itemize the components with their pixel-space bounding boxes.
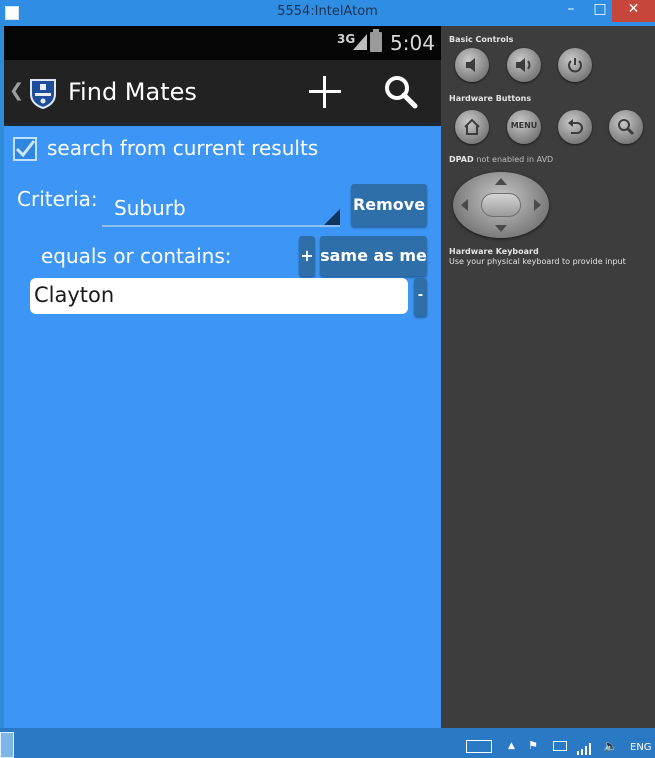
keyboard-note: Hardware Keyboard Use your physical keyb… — [449, 247, 626, 267]
search-current-checkbox[interactable] — [13, 137, 37, 161]
volume-up-button[interactable] — [507, 48, 541, 82]
battery-icon — [370, 29, 382, 52]
dpad[interactable] — [453, 172, 549, 238]
status-clock: 5:04 — [390, 31, 435, 55]
add-value-button[interactable]: + — [299, 236, 315, 276]
equals-contains-label: equals or contains: — [41, 244, 232, 268]
criteria-label: Criteria: — [17, 187, 98, 211]
back-button[interactable] — [558, 110, 592, 144]
keyboard-title: Hardware Keyboard — [449, 247, 539, 256]
menu-button[interactable]: MENU — [507, 110, 541, 144]
speaker-icon[interactable]: 🔈 — [603, 739, 618, 753]
signal-tray-icon[interactable] — [577, 740, 591, 758]
dpad-left-icon[interactable] — [461, 199, 468, 211]
status-bar: 3G 5:04 — [4, 26, 441, 60]
keyboard-description: Use your physical keyboard to provide in… — [449, 257, 626, 266]
device-screen: 3G 5:04 ❮ Find Mates search from current… — [4, 26, 441, 728]
keyboard-icon[interactable] — [466, 740, 492, 753]
flag-icon[interactable]: ⚑ — [528, 739, 538, 752]
dpad-down-icon[interactable] — [495, 225, 507, 232]
page-title: Find Mates — [68, 78, 197, 106]
dpad-up-icon[interactable] — [495, 178, 507, 185]
volume-down-button[interactable] — [455, 48, 489, 82]
volume-up-icon — [516, 58, 531, 72]
maximize-button[interactable]: □ — [585, 0, 615, 22]
same-as-me-button[interactable]: same as me — [320, 236, 427, 276]
dpad-right-icon[interactable] — [534, 199, 541, 211]
dpad-title-text: DPAD — [449, 155, 474, 164]
emulator-control-panel: Basic Controls Hardware Buttons MENU DPA… — [441, 26, 655, 728]
taskbar-app-icon[interactable] — [0, 732, 14, 758]
crest-logo-icon[interactable] — [26, 76, 60, 110]
language-indicator[interactable]: ENG — [630, 742, 652, 753]
criteria-value-input[interactable]: Clayton — [30, 278, 408, 314]
basic-controls-title: Basic Controls — [449, 35, 514, 44]
dpad-title: DPAD not enabled in AVD — [449, 155, 553, 164]
criteria-value: Suburb — [114, 196, 186, 220]
volume-down-icon — [466, 58, 475, 72]
checkmark-icon — [15, 140, 36, 158]
menu-label: MENU — [510, 121, 538, 130]
home-button[interactable] — [455, 110, 489, 144]
back-chevron-icon[interactable]: ❮ — [9, 80, 24, 101]
dpad-note: not enabled in AVD — [476, 155, 554, 164]
search-icon — [618, 119, 635, 136]
window-titlebar: 5554:IntelAtom – □ ✕ — [0, 0, 655, 26]
hardware-buttons-title: Hardware Buttons — [449, 94, 532, 103]
close-button[interactable]: ✕ — [612, 0, 655, 22]
dpad-center-button[interactable] — [481, 193, 521, 217]
criteria-dropdown[interactable]: Suburb — [102, 189, 340, 227]
minimize-button[interactable]: – — [556, 0, 586, 22]
taskbar: ▲ ⚑ 🔈 ENG — [0, 728, 655, 758]
search-icon[interactable] — [381, 72, 421, 112]
back-arrow-icon — [568, 119, 583, 134]
action-bar: ❮ Find Mates — [4, 60, 441, 126]
power-button[interactable] — [558, 48, 592, 82]
hardware-search-button[interactable] — [609, 110, 643, 144]
power-icon — [568, 58, 582, 73]
tray-arrow-icon[interactable]: ▲ — [508, 741, 515, 751]
home-icon — [464, 118, 480, 135]
signal-icon — [353, 34, 367, 54]
checkbox-label: search from current results — [47, 136, 319, 160]
battery-tray-icon[interactable] — [553, 741, 567, 751]
plus-icon[interactable] — [303, 70, 347, 114]
criteria-value-text: Clayton — [34, 283, 115, 307]
remove-button[interactable]: Remove — [351, 184, 427, 226]
dropdown-indicator-icon — [324, 209, 340, 225]
remove-value-button[interactable]: - — [414, 278, 427, 316]
